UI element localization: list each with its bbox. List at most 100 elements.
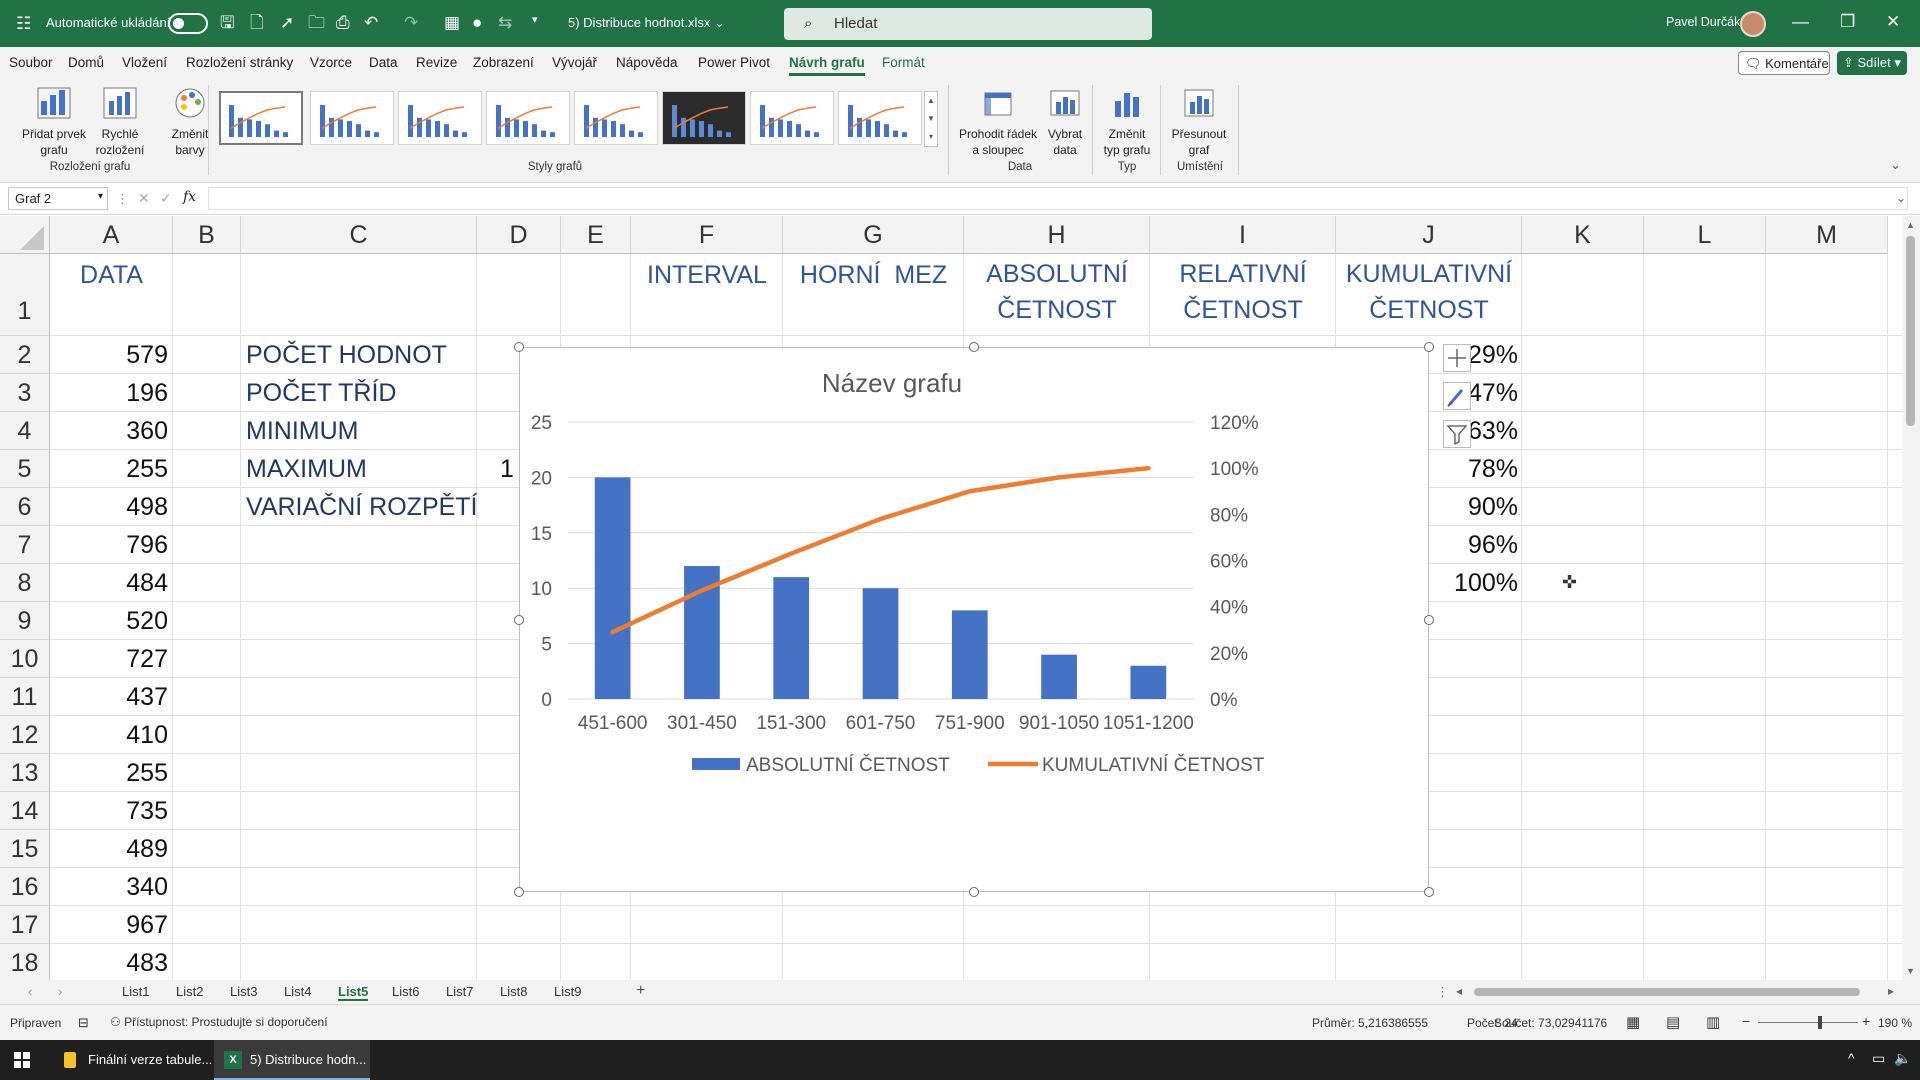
cell-c4[interactable]: MINIMUM xyxy=(246,416,358,446)
tab-list4[interactable]: List4 xyxy=(284,984,311,999)
tab-next-icon[interactable]: › xyxy=(58,984,62,999)
menu-revize[interactable]: Revize xyxy=(416,55,457,70)
customize-qat-icon[interactable]: ▾ xyxy=(532,15,538,26)
row-header-3[interactable]: 3 xyxy=(0,374,50,412)
vertical-scrollbar-track[interactable]: ▲ ▼ xyxy=(1902,216,1920,980)
cell-a1[interactable]: DATA xyxy=(50,256,173,294)
resize-handle[interactable] xyxy=(1424,342,1434,352)
row-header-17[interactable]: 17 xyxy=(0,906,50,944)
row-header-6[interactable]: 6 xyxy=(0,488,50,526)
menu-vyvojar[interactable]: Vývojář xyxy=(552,55,597,70)
move-chart-button[interactable]: Přesunout graf xyxy=(1166,87,1232,158)
horizontal-scroll-thumb[interactable] xyxy=(1474,988,1860,996)
record-icon[interactable]: ● xyxy=(472,14,482,31)
tab-list1[interactable]: List1 xyxy=(122,984,149,999)
taskbar-item-excel[interactable]: X 5) Distribuce hodn... xyxy=(214,1040,370,1080)
cell-a17[interactable]: 967 xyxy=(50,910,168,940)
menu-data[interactable]: Data xyxy=(369,55,398,70)
undo-icon[interactable]: ↶ xyxy=(364,14,378,31)
tabs-splitter-icon[interactable]: ⋮ xyxy=(1436,984,1449,1000)
save-icon[interactable]: 🖫 xyxy=(220,14,234,31)
scroll-down-icon[interactable]: ▼ xyxy=(1906,966,1915,976)
scroll-up-icon[interactable]: ▲ xyxy=(1906,220,1915,230)
menu-vlozeni[interactable]: Vložení xyxy=(122,55,167,70)
resize-handle[interactable] xyxy=(969,342,979,352)
row-header-10[interactable]: 10 xyxy=(0,640,50,678)
zoom-in-icon[interactable]: + xyxy=(1862,1013,1870,1029)
qr-icon[interactable]: ▦ xyxy=(444,14,460,31)
cell-a15[interactable]: 489 xyxy=(50,834,168,864)
cell-a7[interactable]: 796 xyxy=(50,530,168,560)
select-all-corner[interactable] xyxy=(0,216,50,254)
status-average[interactable]: Průměr: 5,216386555 xyxy=(1312,1016,1428,1030)
column-header-e[interactable]: E xyxy=(561,216,631,254)
expand-formula-icon[interactable]: ⌄ xyxy=(1896,191,1906,205)
add-chart-element-button[interactable]: Přidat prvek grafu xyxy=(14,87,94,158)
file-name[interactable]: 5) Distribuce hodnot.xlsx ⌄ xyxy=(568,15,725,31)
tab-list8[interactable]: List8 xyxy=(500,984,527,999)
search-box[interactable]: ⌕ Hledat xyxy=(784,8,1152,40)
column-header-g[interactable]: G xyxy=(783,216,964,254)
tray-chevron-icon[interactable]: ^ xyxy=(1848,1050,1855,1066)
row-header-1[interactable]: 1 xyxy=(0,254,50,336)
quick-layout-button[interactable]: Rychlé rozložení xyxy=(88,87,152,158)
row-header-2[interactable]: 2 xyxy=(0,336,50,374)
resize-handle[interactable] xyxy=(1424,614,1434,625)
menu-napoveda[interactable]: Nápověda xyxy=(616,55,678,70)
menu-format[interactable]: Formát xyxy=(882,55,925,70)
cell-c3[interactable]: POČET TŘÍD xyxy=(246,378,397,408)
menu-rozlozeni-stranky[interactable]: Rozložení stránky xyxy=(186,55,293,70)
comments-button[interactable]: 🗨 Komentáře xyxy=(1738,51,1830,75)
column-header-a[interactable]: A xyxy=(50,216,173,254)
menu-navrh-grafu[interactable]: Návrh grafu xyxy=(789,55,865,76)
page-break-icon[interactable]: ▥ xyxy=(1706,1013,1720,1031)
cell-a12[interactable]: 410 xyxy=(50,720,168,750)
column-header-f[interactable]: F xyxy=(631,216,783,254)
column-header-c[interactable]: C xyxy=(241,216,477,254)
cell-a18[interactable]: 483 xyxy=(50,948,168,978)
select-data-button[interactable]: Vybrat data xyxy=(1043,87,1087,158)
menu-soubor[interactable]: Soubor xyxy=(9,55,53,70)
zoom-level[interactable]: 190 % xyxy=(1878,1016,1912,1030)
menu-zobrazeni[interactable]: Zobrazení xyxy=(473,55,534,70)
cell-a6[interactable]: 498 xyxy=(50,492,168,522)
row-header-14[interactable]: 14 xyxy=(0,792,50,830)
column-header-d[interactable]: D xyxy=(477,216,561,254)
tab-list6[interactable]: List6 xyxy=(392,984,419,999)
row-header-9[interactable]: 9 xyxy=(0,602,50,640)
row-header-18[interactable]: 18 xyxy=(0,944,50,980)
cell-j1[interactable]: KUMULATIVNÍ ČETNOST xyxy=(1336,256,1522,328)
screenshot-icon[interactable]: ⎙ xyxy=(336,14,350,31)
network-icon[interactable]: ▭ xyxy=(1872,1050,1885,1067)
normal-view-icon[interactable]: ▦ xyxy=(1626,1013,1640,1031)
cell-a13[interactable]: 255 xyxy=(50,758,168,788)
format-icon[interactable]: ⇆ xyxy=(498,14,512,31)
cell-c6[interactable]: VARIAČNÍ ROZPĚTÍ xyxy=(246,492,478,522)
minimize-icon[interactable]: — xyxy=(1792,13,1809,30)
styles-scroll[interactable]: ▲ ▼ ▾ xyxy=(924,91,938,147)
tab-list3[interactable]: List3 xyxy=(230,984,257,999)
cell-g1[interactable]: HORNÍ MEZ xyxy=(783,256,964,294)
tab-list7[interactable]: List7 xyxy=(446,984,473,999)
switch-row-column-button[interactable]: Prohodit řádek a sloupec xyxy=(956,87,1040,158)
cell-i1[interactable]: RELATIVNÍ ČETNOST xyxy=(1150,256,1336,328)
cell-c5[interactable]: MAXIMUM xyxy=(246,454,367,484)
zoom-slider[interactable] xyxy=(1758,1022,1858,1023)
cell-a10[interactable]: 727 xyxy=(50,644,168,674)
close-icon[interactable]: ✕ xyxy=(1886,13,1900,30)
cell-a4[interactable]: 360 xyxy=(50,416,168,446)
row-header-11[interactable]: 11 xyxy=(0,678,50,716)
redo-icon[interactable]: ↷ xyxy=(404,14,418,31)
row-header-12[interactable]: 12 xyxy=(0,716,50,754)
share-button[interactable]: ⇪ Sdílet ▾ xyxy=(1837,51,1907,75)
row-header-13[interactable]: 13 xyxy=(0,754,50,792)
cell-a5[interactable]: 255 xyxy=(50,454,168,484)
column-header-l[interactable]: L xyxy=(1644,216,1766,254)
zoom-out-icon[interactable]: − xyxy=(1742,1013,1750,1029)
cancel-icon[interactable]: ✕ xyxy=(138,190,150,207)
accessibility-status[interactable]: ⚇ Přístupnost: Prostudujte si doporučení xyxy=(110,1015,328,1029)
hscroll-right-icon[interactable]: ▸ xyxy=(1888,984,1894,998)
cell-a11[interactable]: 437 xyxy=(50,682,168,712)
cell-a9[interactable]: 520 xyxy=(50,606,168,636)
cell-h1[interactable]: ABSOLUTNÍ ČETNOST xyxy=(964,256,1150,328)
